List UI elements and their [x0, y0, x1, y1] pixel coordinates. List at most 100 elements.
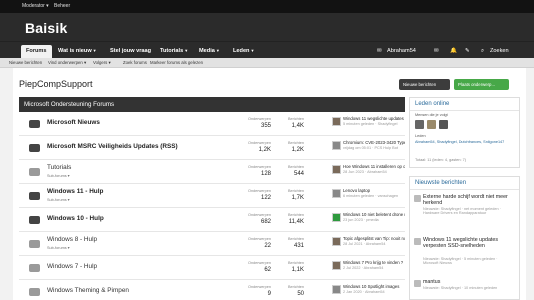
forum-row: Windows 8 - Hulp Sub-forums ▾ Onderwerpe…	[19, 232, 405, 256]
tab-leden[interactable]: Leden▼	[233, 45, 254, 59]
last-post-thumbnail[interactable]	[332, 237, 341, 246]
moderator-menu[interactable]: Moderator ▾	[22, 3, 49, 9]
sub-nav: Nieuwe berichten Vind onderwerpen ▾ Volg…	[0, 58, 534, 68]
inbox-icon[interactable]: ✉	[434, 48, 439, 54]
last-post-title[interactable]: Topic afgesplitst van Tip: nooit nodeere…	[343, 236, 405, 241]
chevron-down-icon: ▼	[215, 48, 220, 53]
latest-post-title[interactable]: Externe harde schijf wordt niet meer her…	[423, 194, 508, 206]
tab-forums[interactable]: Forums	[21, 45, 52, 59]
last-post-title[interactable]: Windows 10 Spotlight images	[343, 284, 405, 289]
last-post-thumbnail[interactable]	[332, 285, 341, 294]
last-post-title[interactable]: Hoe Windows 11 installeren op oude pc's.…	[343, 164, 405, 169]
threads-label: Onderwerpen	[247, 141, 271, 145]
last-post-title[interactable]: Windows 7 Pro krijg te vinden ?	[343, 260, 405, 265]
forum-title[interactable]: Windows 10 - Hulp	[47, 215, 104, 222]
post-thread-button[interactable]: Plaats onderwerp...	[454, 79, 509, 90]
bell-icon[interactable]: 🔔	[450, 48, 457, 54]
members-list[interactable]: Abraham54, Shadyfingel, Dutchfrances, Sn…	[415, 140, 515, 144]
widget-title[interactable]: Nieuwste berichten	[410, 177, 519, 190]
last-post-thumbnail[interactable]	[332, 141, 341, 150]
threads-label: Onderwerpen	[247, 213, 271, 217]
forum-row: Windows 11 - Hulp Sub-forums ▾ Onderwerp…	[19, 184, 405, 208]
tab-media[interactable]: Media▼	[199, 45, 220, 59]
avatar[interactable]	[415, 120, 424, 129]
forum-row: Windows 7 - Hulp Onderwerpen 62 Berichte…	[19, 256, 405, 280]
search-icon[interactable]: ⌕	[481, 48, 484, 55]
forum-icon	[29, 192, 40, 200]
tab-wat-is-nieuw[interactable]: Wat is nieuw▼	[58, 45, 97, 59]
last-post-meta: 28 Jun 2023 · Abraham54	[343, 170, 387, 174]
latest-post-title[interactable]: Windows 11 wegslichte updates verpesten …	[423, 237, 508, 249]
threads-count: 128	[260, 171, 271, 177]
edit-icon[interactable]: ✎	[465, 48, 470, 54]
last-post-meta: 2 Jul 2022 · Abraham54	[343, 266, 384, 270]
threads-label: Onderwerpen	[247, 189, 271, 193]
posts-label: Berichten	[287, 189, 304, 193]
posts-count: 1,2K	[291, 147, 304, 153]
subforums-dropdown[interactable]: Sub-forums ▾	[47, 173, 70, 178]
tab-label: Leden	[233, 48, 250, 54]
last-post-thumbnail[interactable]	[332, 117, 341, 126]
tab-label: Media	[199, 48, 215, 54]
site-header: Baisik	[0, 13, 534, 41]
last-post-meta: 2 Jan 2020 · Abraham54	[343, 290, 385, 294]
forum-title[interactable]: Windows 7 - Hulp	[47, 263, 97, 270]
avatar[interactable]	[439, 120, 448, 129]
subforums-dropdown[interactable]: Sub-forums ▾	[47, 197, 70, 202]
last-post-title[interactable]: Windows 11 wegslichte updates verpeste..…	[343, 116, 405, 121]
last-post-title[interactable]: Chromium: CVE-2023-3420 Type Confusio...	[343, 140, 405, 145]
posts-count: 11,4K	[288, 219, 304, 225]
forum-title[interactable]: Microsoft MSRC Veiligheids Updates (RSS)	[47, 143, 178, 150]
posts-label: Berichten	[287, 237, 304, 241]
site-logo[interactable]: Baisik	[25, 20, 67, 36]
mail-icon[interactable]: ✉	[377, 48, 382, 54]
subnav-watched[interactable]: Volgers ▾	[93, 60, 111, 66]
threads-label: Onderwerpen	[247, 285, 271, 289]
members-label: Leden	[415, 134, 426, 138]
latest-post-meta: Nieuwste: Shadyfingel · 10 minuten geled…	[423, 286, 498, 290]
last-post-meta: 6 minuten geleden · vanschagen	[343, 194, 399, 198]
threads-count: 1,2K	[258, 147, 271, 153]
subnav-find-threads[interactable]: Vind onderwerpen ▾	[48, 60, 86, 66]
user-menu[interactable]: Abraham54	[387, 48, 416, 54]
subforums-dropdown[interactable]: Sub-forums ▾	[47, 245, 70, 250]
last-post-meta: vrijdag om 05:01 · PCS Hulp Bot	[343, 146, 398, 150]
last-post-title[interactable]: Lenovo laptop	[343, 188, 405, 193]
chevron-down-icon: ▼	[250, 48, 255, 53]
forum-title[interactable]: Windows 11 - Hulp	[47, 188, 103, 195]
category-header[interactable]: Microsoft Ondersteuning Forums	[19, 97, 405, 112]
last-post-thumbnail[interactable]	[332, 189, 341, 198]
subnav-search-forums[interactable]: Zoek forums	[123, 60, 147, 65]
avatar[interactable]	[414, 195, 421, 202]
last-post-meta: 5 minuten geleden · Shadyfingel	[343, 122, 398, 126]
threads-count: 62	[264, 267, 271, 273]
threads-label: Onderwerpen	[247, 165, 271, 169]
avatar[interactable]	[414, 280, 421, 287]
latest-post-meta: Nieuwste: Shadyfingel · 5 minuten gelede…	[423, 257, 498, 265]
avatar[interactable]	[414, 238, 421, 245]
subnav-new-posts[interactable]: Nieuwe berichten	[9, 60, 42, 65]
tab-stel-jouw-vraag[interactable]: Stel jouw vraag	[110, 45, 151, 59]
threads-count: 355	[260, 123, 271, 129]
subnav-mark-read[interactable]: Markeer forums als gelezen	[150, 60, 203, 65]
search-link[interactable]: Zoeken	[490, 48, 509, 54]
forum-title[interactable]: Windows Theming & Pimpen	[47, 287, 129, 294]
avatar[interactable]	[427, 120, 436, 129]
new-posts-button[interactable]: Nieuwe berichten	[399, 79, 450, 90]
posts-label: Berichten	[287, 141, 304, 145]
forum-title[interactable]: Tutorials	[47, 164, 71, 171]
last-post-thumbnail[interactable]	[332, 261, 341, 270]
widget-title[interactable]: Leden online	[410, 98, 519, 111]
threads-count: 682	[260, 219, 271, 225]
forum-title[interactable]: Windows 8 - Hulp	[47, 236, 97, 243]
last-post-thumbnail[interactable]	[332, 213, 341, 222]
forum-icon	[29, 288, 40, 296]
chevron-down-icon: ▼	[184, 48, 189, 53]
tab-tutorials[interactable]: Tutorials▼	[160, 45, 188, 59]
last-post-title[interactable]: Windows 10 niet beletent drone melding	[343, 212, 405, 217]
forum-title[interactable]: Microsoft Nieuws	[47, 119, 100, 126]
threads-count: 9	[267, 291, 271, 297]
latest-post-title[interactable]: mantus	[423, 279, 508, 285]
last-post-thumbnail[interactable]	[332, 165, 341, 174]
beheer-link[interactable]: Beheer	[54, 3, 70, 9]
